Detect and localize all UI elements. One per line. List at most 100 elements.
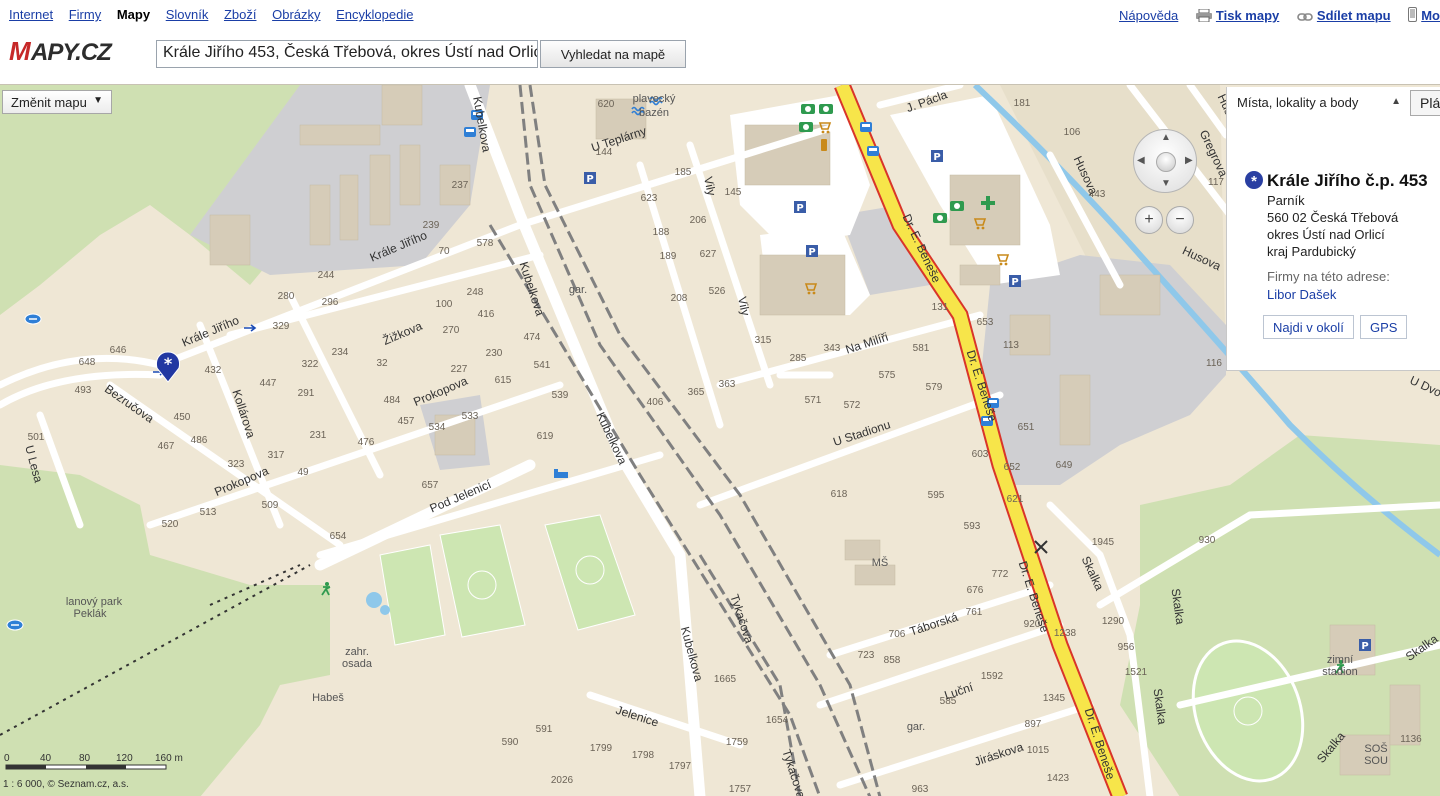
- house-number: 457: [398, 416, 415, 427]
- mobile-link[interactable]: Mo: [1408, 7, 1440, 23]
- printer-icon: [1195, 9, 1212, 22]
- house-number: 231: [310, 430, 327, 441]
- arrow-left-icon[interactable]: ◀: [1137, 155, 1145, 166]
- pool: [380, 605, 390, 615]
- gps-button[interactable]: GPS: [1360, 315, 1408, 339]
- house-number: 1136: [1400, 734, 1422, 745]
- house-number: 585: [940, 696, 957, 707]
- mapy-cz-logo[interactable]: M APY.CZ: [9, 36, 139, 66]
- house-number: 652: [1004, 462, 1021, 473]
- address-line: 560 02 Česká Třebová: [1267, 210, 1399, 225]
- house-number: 1521: [1125, 667, 1148, 678]
- street-label: Jelenice: [614, 703, 661, 730]
- house-number: 513: [200, 507, 217, 518]
- link-zbozi[interactable]: Zboží: [224, 7, 257, 22]
- link-slovnik[interactable]: Slovník: [166, 7, 209, 22]
- link-encyklopedie[interactable]: Encyklopedie: [336, 7, 413, 22]
- pan-center-button[interactable]: [1156, 152, 1176, 172]
- link-obrazky[interactable]: Obrázky: [272, 7, 320, 22]
- print-map-link[interactable]: Tisk mapy: [1195, 8, 1279, 23]
- house-number: 188: [653, 227, 670, 238]
- hotel-icon[interactable]: [554, 469, 568, 478]
- parking-icon[interactable]: P: [794, 201, 806, 214]
- link-internet[interactable]: Internet: [9, 7, 53, 22]
- zoom-in-button[interactable]: +: [1135, 206, 1163, 234]
- sports-field: [439, 524, 526, 638]
- map-canvas[interactable]: PPPPPP Krále Jiřího Krále Jiřího Kubelkova…: [0, 84, 1440, 796]
- panel-tab-label: Místa, lokality a body: [1237, 95, 1359, 110]
- pan-control[interactable]: ▲ ▼ ◀ ▶: [1133, 129, 1197, 193]
- house-number: 1238: [1054, 628, 1077, 639]
- house-number: 70: [438, 246, 450, 257]
- house-number: 322: [302, 359, 319, 370]
- arrow-down-icon[interactable]: ▼: [1161, 178, 1171, 189]
- place-label: osada: [342, 658, 373, 670]
- road-sign-icon[interactable]: [6, 619, 24, 631]
- house-number: 285: [790, 353, 807, 364]
- parking-icon[interactable]: P: [931, 150, 943, 163]
- house-number: 723: [858, 650, 875, 661]
- house-number: 539: [552, 390, 569, 401]
- arrow-up-icon[interactable]: ▲: [1161, 132, 1171, 143]
- street-label: Na Milíři: [844, 330, 890, 357]
- share-map-link[interactable]: Sdílet mapu: [1297, 8, 1391, 23]
- link-mapy-active: Mapy: [116, 7, 151, 22]
- atm-icon[interactable]: [801, 104, 815, 114]
- parking-icon[interactable]: P: [806, 245, 818, 258]
- mobile-phone-icon: [1408, 7, 1418, 22]
- place-label: gar.: [907, 721, 925, 733]
- change-map-dropdown[interactable]: Změnit mapu ▼: [2, 90, 112, 114]
- panel-tab-plan[interactable]: Plá: [1410, 90, 1440, 116]
- arrow-right-icon[interactable]: ▶: [1185, 155, 1193, 166]
- atm-icon[interactable]: [950, 201, 964, 211]
- search-on-map-button[interactable]: Vyhledat na mapě: [540, 40, 686, 68]
- place-label: plavecký: [633, 93, 676, 105]
- parking-icon[interactable]: P: [1009, 275, 1021, 288]
- house-number: 329: [273, 321, 290, 332]
- sports-field: [379, 544, 446, 646]
- house-number: 578: [477, 238, 494, 249]
- svg-text:P: P: [933, 152, 940, 163]
- house-number: 1015: [1027, 745, 1050, 756]
- zoom-out-button[interactable]: −: [1166, 206, 1194, 234]
- house-number: 858: [884, 655, 901, 666]
- house-number: 131: [932, 302, 949, 313]
- help-link[interactable]: Nápověda: [1119, 8, 1178, 23]
- house-number: 239: [423, 220, 440, 231]
- house-number: 648: [79, 357, 96, 368]
- road-sign-icon[interactable]: [24, 313, 42, 325]
- search-input[interactable]: Krále Jiřího 453, Česká Třebová, okres Ú…: [156, 40, 538, 68]
- firm-link[interactable]: Libor Dašek: [1267, 287, 1336, 302]
- atm-icon[interactable]: [933, 213, 947, 223]
- link-firmy[interactable]: Firmy: [69, 7, 102, 22]
- bus-stop-icon[interactable]: [867, 146, 879, 156]
- house-number: 619: [537, 431, 554, 442]
- bus-stop-icon[interactable]: [464, 127, 476, 137]
- car-repair-icon[interactable]: [1034, 540, 1048, 554]
- parking-icon[interactable]: P: [1359, 639, 1371, 652]
- fuel-icon[interactable]: [821, 139, 827, 151]
- atm-icon[interactable]: [799, 122, 813, 132]
- address-line: okres Ústí nad Orlicí: [1267, 227, 1385, 242]
- address-line: kraj Pardubický: [1267, 244, 1356, 259]
- house-number: 956: [1118, 642, 1135, 653]
- map-layer[interactable]: PPPPPP Krále JiříhoKrále JiříhoKubelkova…: [0, 85, 1440, 796]
- house-number: 117: [1208, 177, 1224, 188]
- house-number: 1757: [729, 784, 752, 795]
- parking-icon[interactable]: P: [584, 172, 596, 185]
- result-title[interactable]: Krále Jiřího č.p. 453: [1267, 171, 1428, 191]
- house-number: 1345: [1043, 693, 1066, 704]
- panel-tab-places[interactable]: Místa, lokality a body ▲: [1227, 87, 1411, 119]
- house-number: 100: [436, 299, 453, 310]
- atm-icon[interactable]: [819, 104, 833, 114]
- svg-text:P: P: [1011, 277, 1018, 288]
- house-number: 432: [205, 365, 222, 376]
- house-number: 467: [158, 441, 175, 452]
- find-nearby-button[interactable]: Najdi v okolí: [1263, 315, 1354, 339]
- bus-stop-icon[interactable]: [860, 122, 872, 132]
- house-number: 541: [534, 360, 551, 371]
- chevron-up-icon: ▲: [1391, 96, 1401, 107]
- house-number: 501: [28, 432, 45, 443]
- house-number: 248: [467, 287, 484, 298]
- svg-text:P: P: [808, 247, 815, 258]
